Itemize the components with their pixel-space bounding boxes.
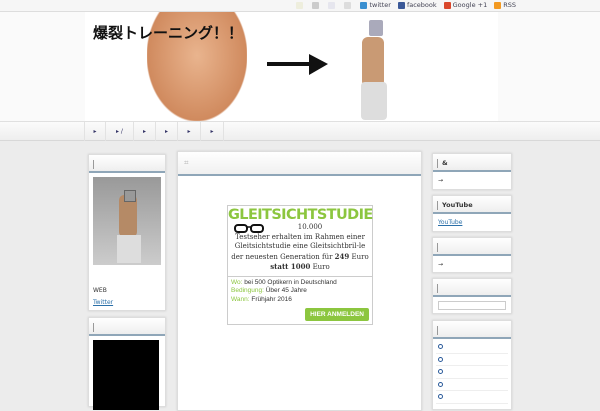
home-icon[interactable] xyxy=(344,1,352,9)
profile-label: WEB xyxy=(93,287,107,294)
google-plus-link[interactable]: Google +1 xyxy=(443,1,488,9)
google-plus-icon xyxy=(443,1,451,9)
ad-body: Euro xyxy=(349,252,369,261)
widget-link[interactable]: → xyxy=(433,172,511,189)
ad-old-price: statt 1000 xyxy=(270,262,311,271)
top-bar: twitter facebook Google +1 RSS xyxy=(0,0,600,12)
widget-header xyxy=(89,318,165,336)
rss-label: RSS xyxy=(503,1,516,9)
list-item[interactable] xyxy=(436,366,508,379)
user-icon[interactable] xyxy=(312,1,320,9)
right-widget-1: & → xyxy=(432,153,512,190)
ad-price: 249 xyxy=(334,251,350,261)
nav-item[interactable]: ▸ xyxy=(156,122,178,141)
widget-header xyxy=(433,321,511,339)
nav-item[interactable]: ▸ xyxy=(201,122,224,141)
twitter-icon xyxy=(360,1,368,9)
nav-item[interactable]: ▸ xyxy=(134,122,156,141)
profile-widget: WEB Twitter xyxy=(88,154,166,311)
youtube-link[interactable]: YouTube xyxy=(438,219,462,226)
edit-icon[interactable] xyxy=(296,1,304,9)
nav-bar: ▸ ▸ / ▸ ▸ ▸ ▸ xyxy=(0,121,600,141)
widget-header xyxy=(89,155,165,173)
widget-header xyxy=(433,238,511,256)
list-item[interactable] xyxy=(436,379,508,391)
ad-where-label: Wo: xyxy=(231,278,243,286)
bullet-icon xyxy=(438,369,443,375)
main-content: ⌗ GLEITSICHTSTUDIE 10.000 Testseher erha… xyxy=(177,151,422,411)
right-widget-3: → xyxy=(432,237,512,273)
twitter-profile-link[interactable]: Twitter xyxy=(93,299,113,306)
ad-cta-button[interactable]: HIER ANMELDEN xyxy=(305,308,369,321)
bullet-icon xyxy=(438,394,443,400)
youtube-widget: YouTube YouTube xyxy=(432,195,512,232)
google-plus-label: Google +1 xyxy=(452,1,488,9)
rss-link[interactable]: RSS xyxy=(494,1,516,9)
rss-icon xyxy=(494,1,502,9)
nav-item[interactable]: ▸ xyxy=(84,122,106,141)
bullet-icon xyxy=(438,356,443,362)
nav-item[interactable]: ▸ / xyxy=(106,122,134,141)
mail-icon[interactable] xyxy=(328,1,336,9)
arrow-right-icon xyxy=(267,54,328,75)
advertisement[interactable]: GLEITSICHTSTUDIE 10.000 Testseher erhalt… xyxy=(227,205,373,325)
video-widget xyxy=(88,317,166,410)
ad-cond-label: Bedingung: xyxy=(231,287,264,294)
after-body-image xyxy=(347,12,402,121)
post-header: ⌗ xyxy=(178,152,421,176)
bullet-icon xyxy=(438,381,443,387)
site-title: 爆裂トレーニング！！ xyxy=(93,24,244,42)
profile-image xyxy=(93,177,161,265)
search-input[interactable] xyxy=(438,301,506,310)
facebook-icon xyxy=(397,1,405,9)
facebook-link[interactable]: facebook xyxy=(397,1,437,9)
ad-where: bei 500 Optikern in Deutschland xyxy=(244,278,337,286)
ad-title: GLEITSICHTSTUDIE xyxy=(228,207,373,223)
widget-header: YouTube xyxy=(433,196,511,214)
ad-when-label: Wann: xyxy=(231,295,250,303)
twitter-label: twitter xyxy=(369,1,391,9)
search-widget xyxy=(432,278,512,314)
bullet-icon xyxy=(438,344,443,350)
ad-cond: Über 45 Jahre xyxy=(265,287,307,294)
glasses-icon xyxy=(234,224,264,233)
ad-when: Frühjahr 2016 xyxy=(251,295,292,303)
post-icon: ⌗ xyxy=(184,158,189,167)
list-item[interactable] xyxy=(436,341,508,354)
widget-link[interactable]: → xyxy=(433,256,511,273)
twitter-link[interactable]: twitter xyxy=(360,1,391,9)
facebook-label: facebook xyxy=(406,1,437,9)
header-banner[interactable]: 爆裂トレーニング！！ xyxy=(85,12,498,121)
list-item[interactable] xyxy=(436,354,508,366)
widget-header xyxy=(433,279,511,297)
nav-item[interactable]: ▸ xyxy=(178,122,201,141)
widget-header: & xyxy=(433,154,511,172)
list-item[interactable] xyxy=(436,391,508,404)
ad-body: Euro xyxy=(310,263,330,271)
list-widget xyxy=(432,320,512,410)
